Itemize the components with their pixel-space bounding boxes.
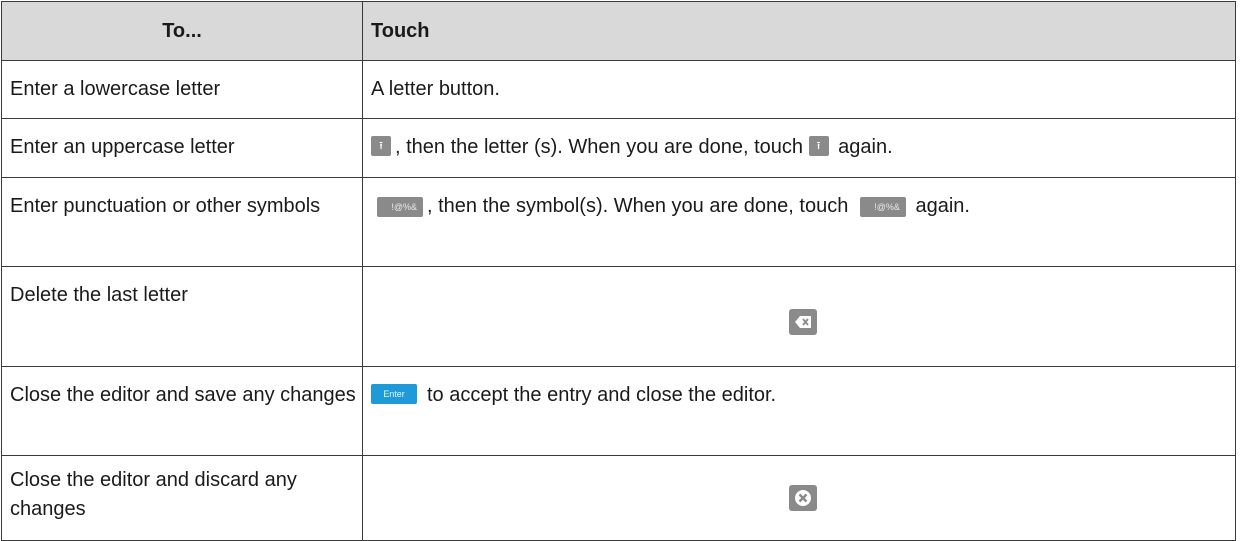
table-row: Close the editor and discard any changes (1, 455, 1236, 541)
action-cell: Enter a lowercase letter (1, 60, 363, 119)
touch-text: to accept the entry and close the editor… (427, 384, 777, 406)
table-row: Close the editor and save any changes En… (1, 366, 1236, 456)
table-header-row: To... Touch (1, 1, 1236, 61)
symbols-key-icon: !@%& (859, 196, 906, 217)
touch-text: , then the letter (s). When you are done… (395, 136, 809, 158)
close-icon (789, 485, 817, 511)
shift-icon: ⭱ (371, 135, 391, 156)
touch-cell: !@%&, then the symbol(s). When you are d… (362, 177, 1236, 267)
action-cell: Enter punctuation or other symbols (1, 177, 363, 267)
touch-cell (362, 266, 1236, 367)
touch-cell: ⭱, then the letter (s). When you are don… (362, 118, 1236, 178)
touch-text: again. (909, 195, 970, 217)
column-header-to: To... (1, 1, 363, 61)
table-row: Enter punctuation or other symbols !@%&,… (1, 177, 1236, 267)
enter-key-icon: Enter (371, 383, 417, 404)
symbols-key-icon: !@%& (377, 196, 423, 217)
touch-text: again. (832, 136, 893, 158)
column-header-touch: Touch (362, 1, 1236, 61)
keyboard-actions-table: To... Touch Enter a lowercase letter A l… (1, 1, 1236, 541)
table-row: Delete the last letter (1, 266, 1236, 367)
touch-text: , then the symbol(s). When you are done,… (427, 195, 854, 217)
shift-icon: ⭱ (808, 135, 829, 156)
table-row: Enter a lowercase letter A letter button… (1, 60, 1236, 119)
table-row: Enter an uppercase letter ⭱, then the le… (1, 118, 1236, 178)
touch-cell: Enter to accept the entry and close the e… (362, 366, 1236, 456)
touch-cell (362, 455, 1236, 541)
action-cell: Enter an uppercase letter (1, 118, 363, 178)
action-cell: Close the editor and discard any changes (1, 455, 363, 541)
action-cell: Close the editor and save any changes (1, 366, 363, 456)
touch-cell: A letter button. (362, 60, 1236, 119)
action-cell: Delete the last letter (1, 266, 363, 367)
backspace-icon (789, 308, 817, 335)
